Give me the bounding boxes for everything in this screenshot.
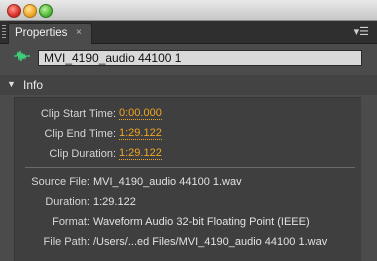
minimize-window-button[interactable] xyxy=(23,4,37,18)
file-path-label: File Path: xyxy=(43,236,90,248)
clip-name-bar: MVI_4190_audio 44100 1 xyxy=(0,44,377,70)
info-section-title: Info xyxy=(23,78,44,92)
duration-row: Duration: 1:29.122 xyxy=(15,194,361,210)
clip-name-field[interactable]: MVI_4190_audio 44100 1 xyxy=(38,50,362,66)
panel-menu-icon[interactable]: ▾☰ xyxy=(354,25,369,38)
format-row: Format: Waveform Audio 32-bit Floating P… xyxy=(15,214,361,230)
source-file-label: Source File: xyxy=(31,176,90,188)
source-file-row: Source File: MVI_4190_audio 44100 1.wav xyxy=(15,174,361,190)
duration-value: 1:29.122 xyxy=(93,196,136,208)
tab-close-icon[interactable]: × xyxy=(76,27,82,38)
window-titlebar xyxy=(0,0,377,21)
clip-end-time-value[interactable]: 1:29.122 xyxy=(119,128,162,140)
tab-properties-label: Properties xyxy=(15,27,68,39)
clip-start-time-label: Clip Start Time: xyxy=(40,108,116,120)
clip-duration-row: Clip Duration: 1:29.122 xyxy=(15,146,361,162)
zoom-window-button[interactable] xyxy=(39,4,53,18)
file-path-row: File Path: /Users/...ed Files/MVI_4190_a… xyxy=(15,234,361,250)
panel-tab-bar: Properties × ▾☰ xyxy=(0,21,377,44)
section-divider xyxy=(25,167,355,168)
file-path-value: /Users/...ed Files/MVI_4190_audio 44100 … xyxy=(93,236,328,248)
clip-end-time-label: Clip End Time: xyxy=(44,128,116,140)
source-file-value: MVI_4190_audio 44100 1.wav xyxy=(93,176,242,188)
clip-duration-value[interactable]: 1:29.122 xyxy=(119,148,162,160)
close-window-button[interactable] xyxy=(7,4,21,18)
format-label: Format: xyxy=(52,216,90,228)
duration-label: Duration: xyxy=(45,196,90,208)
format-value: Waveform Audio 32-bit Floating Point (IE… xyxy=(93,216,310,228)
panel-grip-handle[interactable] xyxy=(2,25,6,39)
tab-properties[interactable]: Properties × xyxy=(8,23,92,44)
clip-start-time-row: Clip Start Time: 0:00.000 xyxy=(15,106,361,122)
disclosure-triangle-icon[interactable]: ▼ xyxy=(7,79,16,89)
clip-duration-label: Clip Duration: xyxy=(49,148,116,160)
info-content: Clip Start Time: 0:00.000 Clip End Time:… xyxy=(14,97,361,261)
clip-end-time-row: Clip End Time: 1:29.122 xyxy=(15,126,361,142)
clip-start-time-value[interactable]: 0:00.000 xyxy=(119,108,162,120)
waveform-icon xyxy=(14,50,30,62)
info-section-header[interactable]: ▼ Info xyxy=(0,75,377,95)
